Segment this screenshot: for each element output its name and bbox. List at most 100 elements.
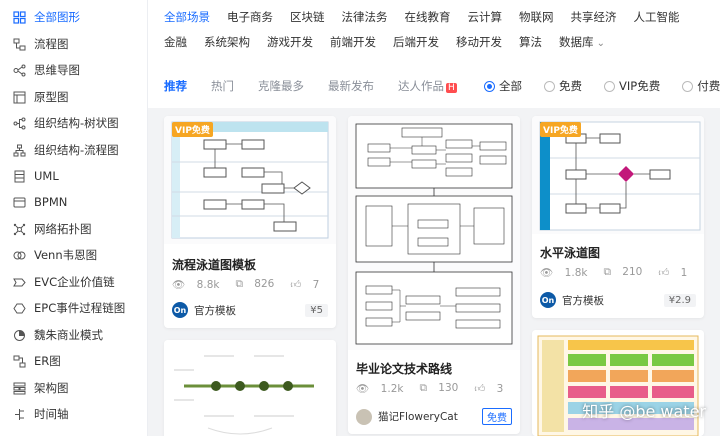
price-filter: 全部 免费 VIP免费 付费	[484, 78, 720, 94]
sidebar-item-label: 全部图形	[34, 10, 80, 24]
eye-icon: 👁	[172, 279, 189, 291]
filter-blockchain[interactable]: 区块链	[290, 9, 325, 25]
radio-free[interactable]: 免费	[544, 78, 582, 94]
filter-finance[interactable]: 金融	[164, 34, 187, 50]
thumbs-up-icon: 👍︎	[474, 383, 489, 395]
sidebar-item-bpmn[interactable]: BPMN	[0, 189, 148, 215]
sidebar-item-venn[interactable]: Venn韦恩图	[0, 242, 148, 268]
business-model-icon	[12, 328, 26, 342]
clones-count: ⧉ 130	[419, 382, 466, 395]
flowchart-icon	[12, 37, 26, 51]
free-tag: 免费	[482, 408, 512, 425]
likes-count: 👍︎ 7	[290, 278, 327, 291]
radio-dot	[484, 80, 495, 92]
price-tag: ¥2.9	[663, 293, 696, 307]
sidebar-item-epc[interactable]: EPC事件过程链图	[0, 295, 148, 321]
template-card[interactable]: VIP免费 水平泳道图 👁 1.8k ⧉ 210 👍︎ 1 On 官方模板 ¥2…	[532, 116, 704, 318]
filter-online-education[interactable]: 在线教育	[405, 9, 451, 25]
sidebar-item-label: EPC事件过程链图	[34, 301, 126, 315]
sidebar-item-label: EVC企业价值链	[34, 275, 115, 289]
category-sidebar: 全部图形 流程图 思维导图 原型图 组织结构-树状图 组织结构-流程图 UML	[0, 0, 148, 436]
official-avatar: On	[540, 292, 556, 308]
card-author[interactable]: 官方模板	[194, 303, 236, 318]
radio-all[interactable]: 全部	[484, 78, 522, 94]
uml-icon	[12, 169, 26, 183]
template-card[interactable]	[164, 340, 336, 436]
card-footer: On 官方模板 ¥2.9	[540, 292, 696, 308]
card-stats: 👁 1.2k ⧉ 130 👍︎ 3	[356, 382, 519, 395]
card-thumbnail: VIP免费	[164, 116, 336, 244]
card-author[interactable]: 官方模板	[562, 293, 604, 308]
timeline-preview	[174, 355, 314, 435]
radio-paid[interactable]: 付费	[682, 78, 720, 94]
grid-icon	[12, 10, 26, 24]
sidebar-item-network[interactable]: 网络拓扑图	[0, 216, 148, 242]
card-title: 流程泳道图模板	[172, 258, 257, 272]
sort-tabs: 推荐 热门 克隆最多 最新发布 达人作品 H	[164, 78, 481, 94]
filter-system-architecture[interactable]: 系统架构	[204, 34, 250, 50]
card-stats: 👁 1.8k ⧉ 210 👍︎ 1	[540, 266, 703, 279]
filter-frontend[interactable]: 前端开发	[330, 34, 376, 50]
sidebar-item-uml[interactable]: UML	[0, 163, 148, 189]
radio-dot	[544, 80, 555, 92]
author-avatar	[356, 408, 372, 425]
filter-ai[interactable]: 人工智能	[634, 9, 680, 25]
tab-recommended[interactable]: 推荐	[164, 78, 187, 94]
price-tag: ¥5	[305, 303, 328, 317]
clones-count: ⧉ 826	[235, 278, 282, 291]
scenario-filter-row: 全部场景 电子商务 区块链 法律法务 在线教育 云计算 物联网 共享经济 人工智…	[164, 9, 697, 25]
sidebar-item-org-tree[interactable]: 组织结构-树状图	[0, 110, 148, 136]
filter-cloud[interactable]: 云计算	[468, 9, 503, 25]
filter-game-dev[interactable]: 游戏开发	[267, 34, 313, 50]
radio-dot	[604, 80, 615, 92]
filter-sharing-economy[interactable]: 共享经济	[571, 9, 617, 25]
sidebar-item-label: 流程图	[34, 37, 69, 51]
sidebar-item-prototype[interactable]: 原型图	[0, 84, 148, 110]
tab-most-cloned[interactable]: 克隆最多	[258, 78, 304, 94]
card-thumbnail	[348, 116, 520, 350]
mindmap-icon	[12, 63, 26, 77]
likes-value: 3	[496, 383, 504, 395]
template-gallery-page: 全部图形 流程图 思维导图 原型图 组织结构-树状图 组织结构-流程图 UML	[0, 0, 720, 436]
radio-label: 全部	[499, 79, 522, 93]
clones-value: 210	[622, 266, 643, 278]
filter-iot[interactable]: 物联网	[519, 9, 554, 25]
filter-legal[interactable]: 法律法务	[342, 9, 388, 25]
tab-hot[interactable]: 热门	[211, 78, 234, 94]
filter-database[interactable]: 数据库	[559, 34, 605, 50]
views-value: 8.8k	[196, 279, 220, 291]
sidebar-item-architecture[interactable]: 架构图	[0, 375, 148, 401]
tab-expert-works[interactable]: 达人作品 H	[398, 78, 457, 94]
sidebar-item-label: 网络拓扑图	[34, 222, 92, 236]
sidebar-item-label: 思维导图	[34, 63, 80, 77]
template-card[interactable]: VIP免费 流程泳道图模板 👁 8.8k ⧉ 826 👍︎ 7 On 官方模板 …	[164, 116, 336, 328]
sidebar-item-evc[interactable]: EVC企业价值链	[0, 269, 148, 295]
likes-count: 👍︎ 1	[658, 266, 695, 279]
filter-ecommerce[interactable]: 电子商务	[227, 9, 273, 25]
sidebar-item-org-flow[interactable]: 组织结构-流程图	[0, 137, 148, 163]
thumbs-up-icon: 👍︎	[290, 279, 305, 291]
filter-mobile[interactable]: 移动开发	[456, 34, 502, 50]
sidebar-item-label: 原型图	[34, 90, 69, 104]
sidebar-item-flowchart[interactable]: 流程图	[0, 31, 148, 57]
card-footer: 猫记FloweryCat 免费	[356, 408, 512, 425]
prototype-icon	[12, 90, 26, 104]
sidebar-item-label: 组织结构-树状图	[34, 116, 119, 130]
sidebar-item-business-model[interactable]: 魏朱商业模式	[0, 322, 148, 348]
sidebar-item-er[interactable]: ER图	[0, 348, 148, 374]
radio-vip-free[interactable]: VIP免费	[604, 78, 660, 94]
copy-icon: ⧉	[603, 266, 615, 278]
filter-all-scenarios[interactable]: 全部场景	[164, 9, 210, 25]
card-author[interactable]: 猫记FloweryCat	[378, 409, 458, 424]
network-icon	[12, 222, 26, 236]
sidebar-item-mindmap[interactable]: 思维导图	[0, 57, 148, 83]
filter-algorithm[interactable]: 算法	[519, 34, 542, 50]
card-thumbnail	[164, 340, 336, 436]
filter-backend[interactable]: 后端开发	[393, 34, 439, 50]
sidebar-item-timeline[interactable]: 时间轴	[0, 401, 148, 427]
er-icon	[12, 354, 26, 368]
template-card[interactable]: 毕业论文技术路线 👁 1.2k ⧉ 130 👍︎ 3 猫记FloweryCat …	[348, 116, 520, 434]
views-value: 1.8k	[564, 267, 588, 279]
tab-latest[interactable]: 最新发布	[328, 78, 374, 94]
sidebar-item-all[interactable]: 全部图形	[0, 4, 148, 30]
